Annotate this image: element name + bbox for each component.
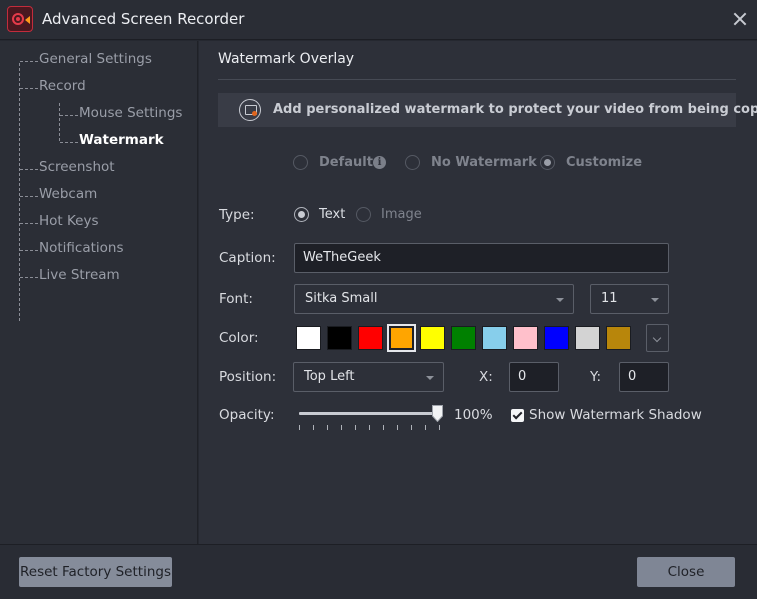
slider-tick bbox=[439, 425, 440, 430]
show-shadow-checkbox[interactable] bbox=[511, 409, 524, 422]
radio-type-image[interactable] bbox=[356, 207, 371, 222]
sidebar-item-record[interactable]: Record bbox=[20, 78, 86, 94]
sidebar-item-mouse-settings[interactable]: Mouse Settings bbox=[60, 105, 182, 121]
sidebar-item-general-settings[interactable]: General Settings bbox=[20, 51, 152, 67]
close-button[interactable]: Close bbox=[637, 557, 735, 587]
title-bar: Advanced Screen Recorder bbox=[0, 0, 757, 40]
watermark-panel: Watermark Overlay Add personalized water… bbox=[199, 41, 757, 544]
chevron-down-icon bbox=[556, 298, 564, 302]
slider-tick bbox=[425, 425, 426, 430]
radio-no-watermark-label: No Watermark bbox=[431, 155, 537, 170]
position-value: Top Left bbox=[304, 369, 355, 384]
color-swatch[interactable] bbox=[296, 326, 321, 350]
color-swatch[interactable] bbox=[358, 326, 383, 350]
watermark-image-icon bbox=[239, 99, 261, 121]
radio-default-label: Default bbox=[319, 155, 373, 170]
font-size-value: 11 bbox=[601, 291, 618, 306]
sidebar-item-label: General Settings bbox=[39, 51, 152, 67]
opacity-slider-thumb[interactable] bbox=[432, 405, 443, 422]
sidebar-item-label: Mouse Settings bbox=[79, 105, 183, 121]
sidebar-item-label: Hot Keys bbox=[39, 213, 99, 229]
font-size-dropdown[interactable]: 11 bbox=[590, 284, 669, 314]
radio-customize[interactable] bbox=[540, 155, 555, 170]
y-label: Y: bbox=[590, 369, 602, 385]
position-label: Position: bbox=[219, 369, 277, 385]
reset-factory-settings-button[interactable]: Reset Factory Settings bbox=[19, 557, 172, 587]
sidebar-item-live-stream[interactable]: Live Stream bbox=[20, 267, 120, 283]
x-label: X: bbox=[479, 369, 493, 385]
slider-tick bbox=[369, 425, 370, 430]
color-swatch[interactable] bbox=[387, 324, 416, 352]
color-swatch[interactable] bbox=[420, 326, 445, 350]
caption-input[interactable]: WeTheGeek bbox=[294, 243, 669, 273]
close-icon[interactable] bbox=[731, 10, 749, 28]
opacity-value: 100% bbox=[454, 407, 493, 423]
sidebar-item-notifications[interactable]: Notifications bbox=[20, 240, 124, 256]
type-label: Type: bbox=[219, 207, 255, 223]
color-swatch[interactable] bbox=[575, 326, 600, 350]
y-input[interactable]: 0 bbox=[619, 362, 669, 392]
font-label: Font: bbox=[219, 291, 253, 307]
position-dropdown[interactable]: Top Left bbox=[293, 362, 444, 392]
divider bbox=[218, 79, 736, 80]
page-title: Watermark Overlay bbox=[218, 51, 355, 67]
slider-tick bbox=[397, 425, 398, 430]
sidebar-item-webcam[interactable]: Webcam bbox=[20, 186, 97, 202]
sidebar-item-hot-keys[interactable]: Hot Keys bbox=[20, 213, 99, 229]
color-swatch[interactable] bbox=[544, 326, 569, 350]
font-family-dropdown[interactable]: Sitka Small bbox=[294, 284, 574, 314]
color-label: Color: bbox=[219, 330, 259, 346]
sidebar-item-label: Screenshot bbox=[39, 159, 115, 175]
radio-no-watermark[interactable] bbox=[405, 155, 420, 170]
slider-tick bbox=[355, 425, 356, 430]
slider-tick bbox=[341, 425, 342, 430]
sidebar-item-label: Notifications bbox=[39, 240, 124, 256]
slider-tick bbox=[299, 425, 300, 430]
opacity-label: Opacity: bbox=[219, 407, 275, 423]
sidebar-item-screenshot[interactable]: Screenshot bbox=[20, 159, 115, 175]
sidebar-item-watermark[interactable]: Watermark bbox=[60, 132, 164, 148]
show-shadow-label: Show Watermark Shadow bbox=[529, 407, 702, 423]
radio-type-text[interactable] bbox=[294, 207, 309, 222]
sidebar-item-label: Live Stream bbox=[39, 267, 120, 283]
color-swatch[interactable] bbox=[482, 326, 507, 350]
chevron-down-icon bbox=[426, 376, 434, 380]
x-input[interactable]: 0 bbox=[509, 362, 559, 392]
font-family-value: Sitka Small bbox=[305, 291, 378, 306]
sidebar-item-label: Record bbox=[39, 78, 86, 94]
sidebar-item-label: Webcam bbox=[39, 186, 98, 202]
opacity-slider-ticks bbox=[299, 425, 441, 431]
settings-sidebar: General Settings Record Mouse Settings W… bbox=[0, 41, 198, 544]
sidebar-item-label: Watermark bbox=[79, 132, 164, 148]
color-swatch[interactable] bbox=[513, 326, 538, 350]
opacity-slider-track[interactable] bbox=[299, 412, 439, 415]
banner-text: Add personalized watermark to protect yo… bbox=[273, 102, 757, 117]
radio-customize-label: Customize bbox=[566, 155, 643, 170]
caption-label: Caption: bbox=[219, 250, 276, 266]
dialog-footer: Reset Factory Settings Close bbox=[0, 544, 757, 599]
info-icon[interactable]: i bbox=[373, 156, 386, 169]
chevron-down-icon bbox=[651, 298, 659, 302]
more-colors-dropdown[interactable] bbox=[646, 324, 669, 352]
color-swatch[interactable] bbox=[606, 326, 631, 350]
camera-record-icon bbox=[7, 6, 33, 32]
color-swatch[interactable] bbox=[451, 326, 476, 350]
radio-type-text-label: Text bbox=[319, 207, 346, 222]
info-banner: Add personalized watermark to protect yo… bbox=[218, 93, 757, 127]
radio-default[interactable] bbox=[293, 155, 308, 170]
slider-tick bbox=[327, 425, 328, 430]
window-title: Advanced Screen Recorder bbox=[42, 10, 245, 28]
slider-tick bbox=[383, 425, 384, 430]
slider-tick bbox=[313, 425, 314, 430]
radio-type-image-label: Image bbox=[381, 207, 422, 222]
slider-tick bbox=[411, 425, 412, 430]
color-swatch[interactable] bbox=[327, 326, 352, 350]
